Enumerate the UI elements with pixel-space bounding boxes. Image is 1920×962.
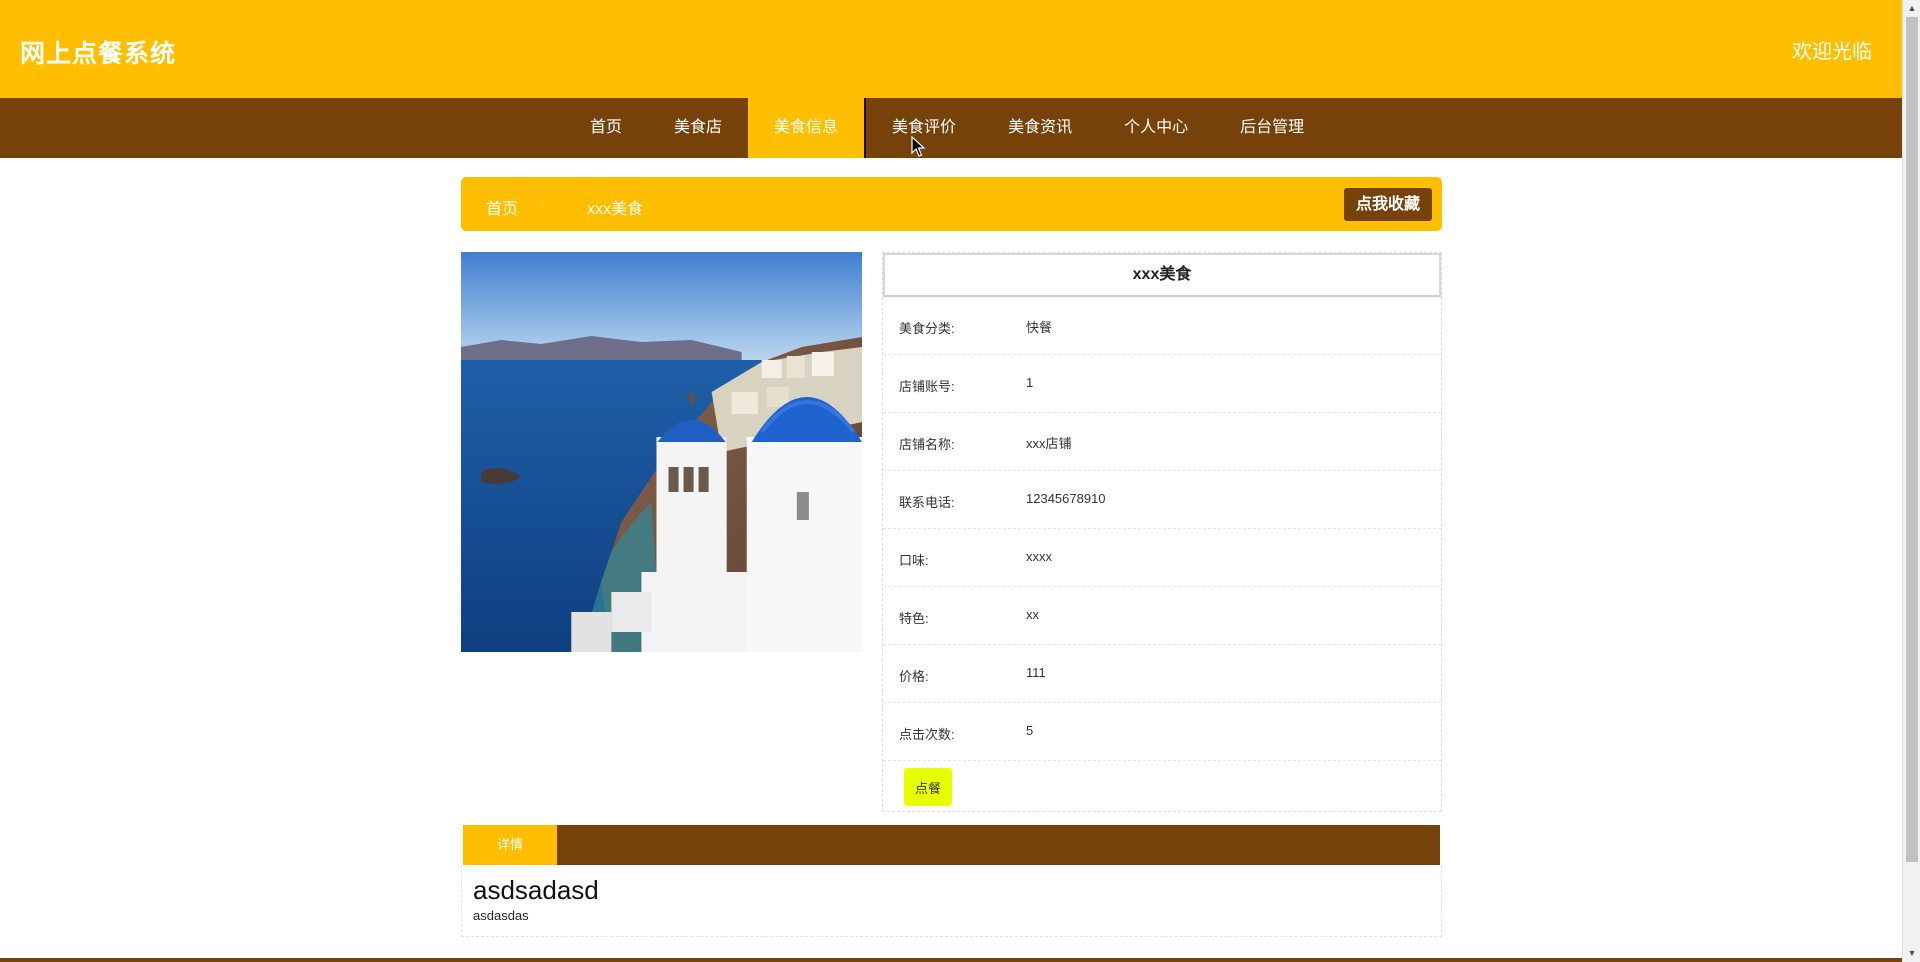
info-label: 特色: — [899, 611, 929, 626]
info-row-category: 美食分类: 快餐 — [883, 297, 1441, 355]
info-value: 快餐 — [1026, 320, 1053, 335]
info-value: 111 — [1026, 665, 1046, 680]
info-label: 价格: — [899, 669, 929, 684]
info-label: 店铺名称: — [899, 437, 955, 452]
detail-body: asdasdas — [473, 908, 529, 923]
scroll-up-arrow-icon[interactable]: ▲ — [1903, 0, 1920, 17]
info-row-price: 价格: 111 — [883, 645, 1441, 703]
welcome-text: 欢迎光临 — [1792, 41, 1872, 63]
nav-item-food-news[interactable]: 美食资讯 — [982, 98, 1098, 158]
info-value: xx — [1026, 607, 1039, 622]
detail-tabs: 详情 — [463, 825, 1440, 865]
info-value: xxxx — [1026, 549, 1052, 564]
site-title: 网上点餐系统 — [20, 40, 177, 68]
info-label: 店铺账号: — [899, 379, 955, 394]
info-row-store-account: 店铺账号: 1 — [883, 355, 1441, 413]
footer-bar — [0, 958, 1902, 962]
scroll-down-arrow-icon[interactable]: ▼ — [1903, 945, 1920, 962]
breadcrumb-current: xxx美食 — [587, 201, 644, 218]
info-label: 点击次数: — [899, 727, 955, 742]
breadcrumb-separator: / — [541, 197, 545, 212]
info-row-click-count: 点击次数: 5 — [883, 703, 1441, 761]
nav-item-personal-center[interactable]: 个人中心 — [1098, 98, 1214, 158]
info-label: 口味: — [899, 553, 929, 568]
breadcrumb: 首页 / xxx美食 点我收藏 — [461, 177, 1442, 231]
info-row-taste: 口味: xxxx — [883, 529, 1441, 587]
info-label: 联系电话: — [899, 495, 955, 510]
nav-list: 首页 美食店 美食信息 美食评价 美食资讯 个人中心 后台管理 — [564, 98, 1330, 158]
order-button[interactable]: 点餐 — [904, 768, 952, 806]
main-nav: 首页 美食店 美食信息 美食评价 美食资讯 个人中心 后台管理 — [0, 98, 1902, 158]
page-scrollbar[interactable]: ▲ ▼ — [1902, 0, 1920, 962]
info-value: 12345678910 — [1026, 491, 1106, 506]
detail-heading: asdsadasd — [473, 875, 599, 905]
order-row: 点餐 — [883, 761, 1441, 815]
product-title: xxx美食 — [883, 253, 1441, 297]
info-row-feature: 特色: xx — [883, 587, 1441, 645]
detail-content: asdsadasd asdasdas — [461, 865, 1442, 937]
top-header: 网上点餐系统 欢迎光临 — [0, 0, 1902, 98]
nav-item-food-info[interactable]: 美食信息 — [748, 98, 865, 158]
info-label: 美食分类: — [899, 321, 955, 336]
info-value: xxx店铺 — [1026, 436, 1072, 451]
product-info-panel: xxx美食 美食分类: 快餐 店铺账号: 1 店铺名称: xxx店铺 联系电话:… — [882, 252, 1442, 812]
tab-details[interactable]: 详情 — [463, 825, 557, 865]
product-image — [461, 252, 862, 652]
info-row-store-name: 店铺名称: xxx店铺 — [883, 413, 1441, 471]
favorite-button[interactable]: 点我收藏 — [1343, 188, 1432, 221]
info-value: 5 — [1026, 723, 1034, 738]
nav-item-food-stores[interactable]: 美食店 — [648, 98, 748, 158]
nav-item-admin[interactable]: 后台管理 — [1214, 98, 1330, 158]
breadcrumb-home-link[interactable]: 首页 — [486, 195, 518, 219]
info-row-phone: 联系电话: 12345678910 — [883, 471, 1441, 529]
nav-item-home[interactable]: 首页 — [564, 98, 648, 158]
info-value: 1 — [1026, 375, 1034, 390]
landscape-photo-icon — [461, 252, 862, 652]
scrollbar-thumb[interactable] — [1906, 17, 1918, 862]
